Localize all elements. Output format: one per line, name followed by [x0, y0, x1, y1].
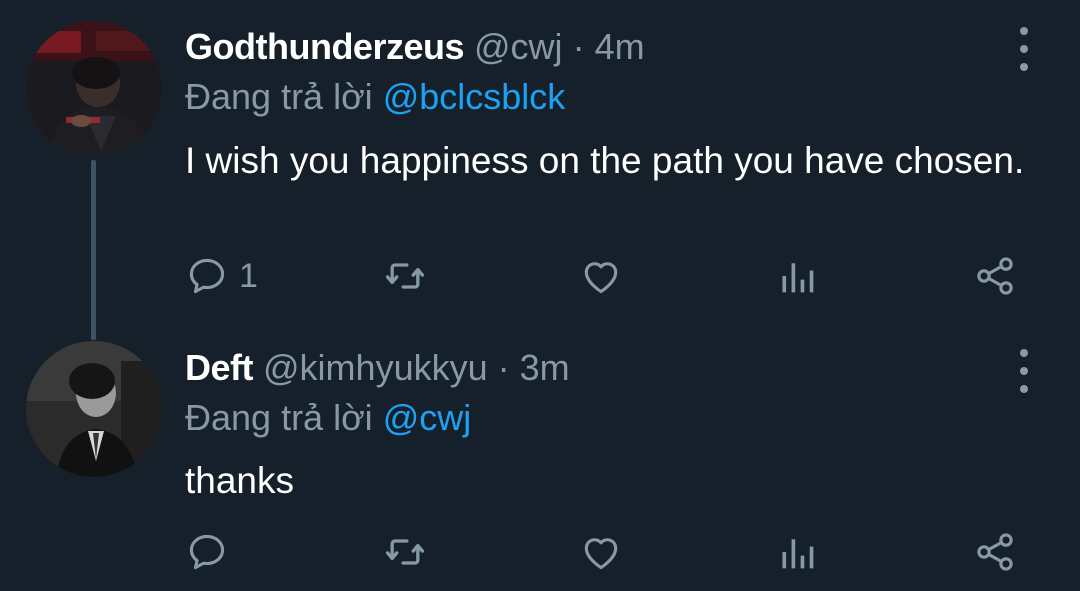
- analytics-button[interactable]: [777, 530, 817, 574]
- avatar[interactable]: [26, 21, 162, 157]
- tweet-actions: 1: [185, 254, 1035, 298]
- like-button[interactable]: [579, 530, 623, 574]
- reply-count: 1: [239, 256, 258, 295]
- tweet-actions: [185, 530, 1035, 574]
- separator-dot: ·: [572, 26, 585, 67]
- more-options-button[interactable]: [1012, 349, 1036, 393]
- more-icon: [1020, 27, 1028, 35]
- tweet-text: thanks: [185, 460, 295, 501]
- avatar-photo-icon: [26, 21, 162, 157]
- reply-icon: [189, 534, 225, 570]
- thread-connector-line: [91, 160, 96, 340]
- retweet-icon: [385, 539, 425, 565]
- reply-button[interactable]: 1: [185, 254, 258, 298]
- analytics-icon: [782, 263, 814, 293]
- replying-to: Đang trả lời @cwj: [185, 396, 471, 440]
- tweet-header: Deft @kimhyukkyu · 3m: [185, 346, 570, 390]
- more-options-button[interactable]: [1012, 27, 1036, 71]
- user-handle[interactable]: @kimhyukkyu: [263, 347, 488, 388]
- share-icon: [977, 257, 1013, 295]
- like-icon: [584, 538, 618, 570]
- display-name[interactable]: Godthunderzeus: [185, 26, 465, 67]
- reply-button[interactable]: [185, 530, 239, 574]
- analytics-button[interactable]: [777, 254, 817, 298]
- timestamp[interactable]: 3m: [520, 347, 570, 388]
- display-name[interactable]: Deft: [185, 347, 254, 388]
- timestamp[interactable]: 4m: [595, 26, 645, 67]
- like-icon: [584, 262, 618, 294]
- replying-to: Đang trả lời @bclcsblck: [185, 75, 565, 119]
- avatar-photo-icon: [26, 341, 162, 477]
- user-handle[interactable]: @cwj: [474, 26, 563, 67]
- retweet-icon: [385, 263, 425, 289]
- mention-link[interactable]: @cwj: [383, 397, 472, 438]
- tweet-header: Godthunderzeus @cwj · 4m: [185, 25, 645, 69]
- mention-link[interactable]: @bclcsblck: [383, 76, 566, 117]
- share-button[interactable]: [973, 254, 1017, 298]
- replying-to-label: Đang trả lời: [185, 76, 373, 117]
- retweet-button[interactable]: [383, 530, 427, 574]
- like-button[interactable]: [579, 254, 623, 298]
- share-icon: [977, 533, 1013, 571]
- more-icon: [1020, 349, 1028, 357]
- avatar[interactable]: [26, 341, 162, 477]
- analytics-icon: [782, 539, 814, 569]
- replying-to-label: Đang trả lời: [185, 397, 373, 438]
- separator-dot: ·: [497, 347, 510, 388]
- tweet-text: I wish you happiness on the path you hav…: [185, 140, 1025, 181]
- share-button[interactable]: [973, 530, 1017, 574]
- reply-icon: [189, 258, 225, 294]
- retweet-button[interactable]: [383, 254, 427, 298]
